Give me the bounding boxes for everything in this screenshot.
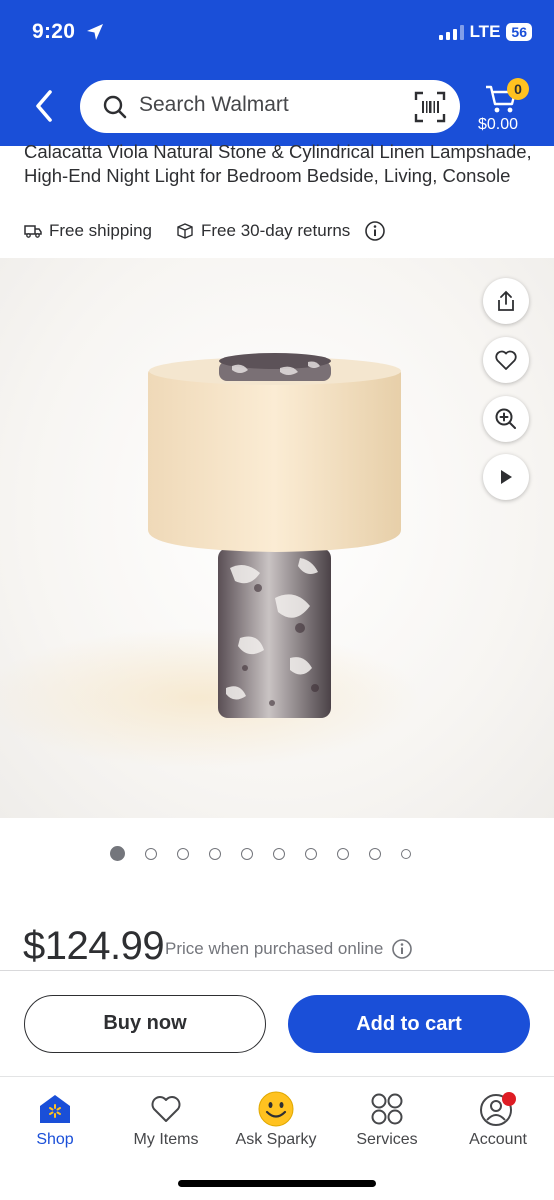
share-icon bbox=[498, 290, 514, 311]
share-button[interactable] bbox=[483, 278, 529, 324]
heart-icon bbox=[495, 350, 517, 370]
sparky-icon bbox=[258, 1091, 294, 1127]
nav-item-ask-sparky[interactable]: Ask Sparky bbox=[221, 1091, 331, 1149]
nav-label-my-items: My Items bbox=[133, 1131, 199, 1148]
add-to-cart-button[interactable]: Add to cart bbox=[288, 995, 530, 1053]
shop-icon bbox=[40, 1095, 70, 1123]
carousel-dot[interactable] bbox=[305, 847, 317, 860]
carousel-dot[interactable] bbox=[401, 848, 411, 859]
carousel-dot[interactable] bbox=[177, 847, 189, 860]
product-image[interactable] bbox=[0, 258, 554, 818]
free-shipping-label: Free shipping bbox=[49, 221, 153, 240]
product-perks: Free shipping Free 30-day returns bbox=[24, 220, 386, 242]
free-returns-label: Free 30-day returns bbox=[201, 221, 351, 240]
carousel-dot[interactable] bbox=[369, 847, 381, 860]
search-placeholder: Search Walmart bbox=[139, 93, 289, 116]
carousel-dot[interactable] bbox=[145, 847, 157, 860]
nav-label-shop: Shop bbox=[36, 1131, 74, 1148]
status-time: 9:20 bbox=[32, 20, 76, 43]
search-icon bbox=[103, 95, 127, 119]
free-shipping-perk: Free shipping bbox=[24, 221, 152, 241]
nav-label-ask-sparky: Ask Sparky bbox=[235, 1131, 317, 1148]
cart-button[interactable]: 0 $0.00 bbox=[474, 78, 532, 138]
truck-icon bbox=[24, 225, 42, 238]
location-arrow-icon bbox=[87, 24, 103, 40]
lamp-photo bbox=[0, 353, 420, 768]
network-label: LTE bbox=[469, 22, 501, 41]
zoom-button[interactable] bbox=[483, 396, 529, 442]
home-indicator[interactable] bbox=[178, 1180, 376, 1187]
play-icon bbox=[501, 470, 512, 484]
nav-item-services[interactable]: Services bbox=[332, 1091, 442, 1149]
account-icon bbox=[480, 1092, 516, 1126]
video-button[interactable] bbox=[483, 454, 529, 500]
notification-dot-icon bbox=[502, 1092, 516, 1106]
buy-now-button[interactable]: Buy now bbox=[24, 995, 266, 1053]
product-title: Calacatta Viola Natural Stone & Cylindri… bbox=[24, 141, 532, 186]
carousel-dot[interactable] bbox=[337, 847, 349, 860]
nav-label-account: Account bbox=[469, 1131, 527, 1148]
favorite-button[interactable] bbox=[483, 337, 529, 383]
heart-icon bbox=[151, 1096, 181, 1122]
nav-label-services: Services bbox=[356, 1131, 418, 1148]
divider bbox=[0, 970, 554, 971]
zoom-in-icon bbox=[495, 408, 516, 429]
price-info-icon[interactable] bbox=[391, 938, 413, 960]
cart-count-badge: 0 bbox=[507, 78, 529, 100]
carousel-dot[interactable] bbox=[241, 847, 253, 860]
top-header: 9:20 LTE 56 Search Walmart 0 $0.00 bbox=[0, 0, 554, 146]
signal-icon bbox=[438, 24, 464, 40]
back-arrow-icon[interactable] bbox=[30, 88, 60, 124]
search-input[interactable]: Search Walmart bbox=[80, 80, 460, 133]
return-box-icon bbox=[177, 223, 193, 239]
nav-item-account[interactable]: Account bbox=[443, 1091, 553, 1149]
carousel-dot[interactable] bbox=[273, 847, 285, 860]
price-note: Price when purchased online bbox=[165, 939, 384, 958]
free-returns-perk: Free 30-day returns bbox=[176, 221, 350, 241]
barcode-scan-icon[interactable] bbox=[414, 91, 446, 123]
services-icon bbox=[371, 1093, 403, 1125]
nav-item-shop[interactable]: Shop bbox=[0, 1091, 110, 1149]
battery-icon: 56 bbox=[506, 23, 532, 41]
carousel-indicator[interactable] bbox=[110, 846, 411, 861]
nav-item-my-items[interactable]: My Items bbox=[111, 1091, 221, 1149]
carousel-dot[interactable] bbox=[209, 847, 221, 860]
cart-total: $0.00 bbox=[478, 116, 519, 133]
info-icon[interactable] bbox=[364, 220, 386, 242]
carousel-dot[interactable] bbox=[110, 846, 125, 861]
status-indicators: LTE 56 bbox=[438, 22, 532, 42]
product-price: $124.99 bbox=[23, 924, 165, 968]
